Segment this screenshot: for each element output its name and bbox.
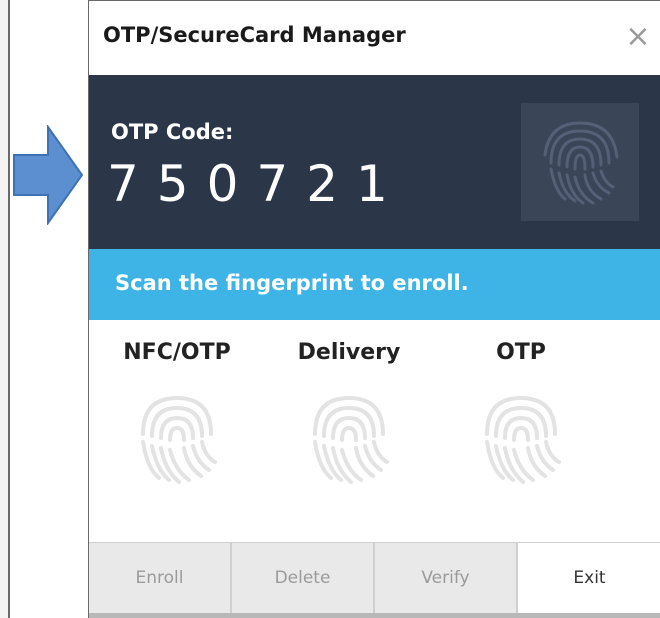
otp-code: 750721	[107, 155, 406, 213]
title-bar: OTP/SecureCard Manager ×	[89, 1, 660, 75]
otp-label: OTP Code:	[111, 120, 234, 144]
window-title: OTP/SecureCard Manager	[103, 23, 406, 47]
exit-button[interactable]: Exit	[518, 543, 660, 613]
instruction-banner: Scan the fingerprint to enroll.	[89, 249, 660, 320]
fingerprint-tile	[521, 103, 639, 221]
instruction-text: Scan the fingerprint to enroll.	[115, 271, 469, 295]
verify-button[interactable]: Verify	[375, 543, 518, 613]
enroll-button[interactable]: Enroll	[89, 543, 232, 613]
fingerprint-slot-label: NFC/OTP	[123, 340, 231, 365]
delete-button[interactable]: Delete	[232, 543, 375, 613]
fingerprint-slot-label: OTP	[496, 340, 546, 365]
close-icon[interactable]: ×	[623, 22, 653, 52]
otp-panel: OTP Code: 750721	[89, 75, 660, 249]
fingerprint-icon	[141, 395, 217, 484]
button-bar: Enroll Delete Verify Exit	[89, 542, 660, 618]
background-strip	[89, 613, 660, 618]
fingerprint-slot-otp[interactable]: OTP	[441, 320, 601, 542]
arrow-right-icon	[13, 125, 84, 225]
fingerprint-icon	[485, 395, 561, 484]
fingerprint-slots: NFC/OTP Delivery OTP	[89, 320, 660, 542]
fingerprint-icon	[313, 395, 389, 484]
fingerprint-icon	[543, 121, 619, 205]
fingerprint-slot-delivery[interactable]: Delivery	[269, 320, 429, 542]
background-window-edge	[0, 0, 10, 618]
otp-manager-window: OTP/SecureCard Manager × OTP Code: 75072…	[88, 0, 660, 618]
fingerprint-slot-nfc-otp[interactable]: NFC/OTP	[97, 320, 257, 542]
fingerprint-slot-label: Delivery	[297, 340, 401, 365]
